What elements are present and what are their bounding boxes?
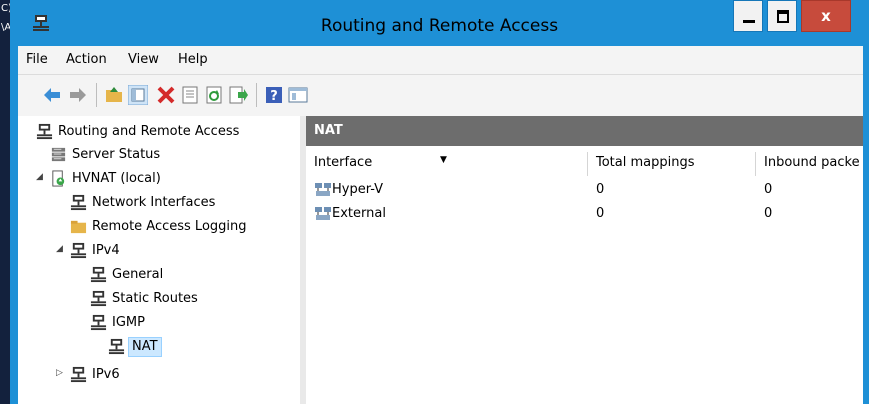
routing-icon (70, 366, 87, 383)
refresh-icon[interactable] (204, 85, 224, 105)
routing-icon (70, 194, 87, 211)
tree-item-label: IGMP (112, 315, 145, 330)
pane-title: NAT (314, 123, 343, 138)
interface-name: Hyper-V (332, 182, 384, 197)
table-row[interactable]: Hyper-V 0 0 (306, 180, 863, 202)
tree-item-label: General (112, 267, 164, 282)
menu-view[interactable]: View (128, 52, 159, 67)
title-bar[interactable]: Routing and Remote Access x (10, 0, 869, 46)
inbound-packets-value: 0 (764, 206, 773, 221)
routing-icon (70, 242, 87, 259)
routing-icon (90, 314, 107, 331)
sort-descending-icon: ▼ (440, 155, 447, 165)
tree-item-label: IPv6 (92, 367, 120, 382)
routing-icon (108, 338, 125, 355)
toolbar-separator (256, 83, 257, 107)
pane-header: NAT (306, 116, 863, 146)
network-interface-icon (315, 207, 331, 220)
menu-file[interactable]: File (26, 52, 48, 67)
export-list-icon[interactable] (228, 85, 248, 105)
folder-icon (70, 220, 87, 234)
svg-text:?: ? (270, 89, 278, 104)
server-status-icon (51, 147, 66, 162)
routing-icon (90, 266, 107, 283)
tree-item-general[interactable]: General (90, 265, 270, 287)
toolbar: ? (18, 74, 863, 117)
close-icon: x (821, 7, 831, 25)
tree-item-label: Static Routes (112, 291, 198, 306)
app-window: Routing and Remote Access x File Action … (10, 0, 869, 404)
minimize-icon (743, 20, 755, 23)
tree-item-server-status[interactable]: Server Status (50, 145, 290, 167)
show-hide-tree-icon[interactable] (128, 85, 148, 105)
tree-item-static-routes[interactable]: Static Routes (90, 289, 270, 311)
collapse-arrow-icon[interactable]: ◢ (36, 172, 43, 182)
tree-item-remote-access-logging[interactable]: Remote Access Logging (70, 217, 300, 239)
menu-action[interactable]: Action (66, 52, 107, 67)
tree-item-ipv4[interactable]: IPv4 (70, 241, 270, 263)
delete-icon[interactable] (156, 85, 176, 105)
column-header-total-mappings[interactable]: Total mappings (588, 152, 756, 176)
menu-bar: File Action View Help (18, 46, 863, 74)
column-header-inbound-packets[interactable]: Inbound packe (756, 152, 863, 176)
minimize-button[interactable] (733, 0, 763, 32)
close-button[interactable]: x (801, 0, 851, 32)
menu-help[interactable]: Help (178, 52, 208, 67)
routing-icon (90, 290, 107, 307)
network-interface-icon (315, 183, 331, 196)
back-arrow-icon[interactable] (42, 85, 62, 105)
tree-item-igmp[interactable]: IGMP (90, 313, 270, 335)
table-row[interactable]: External 0 0 (306, 204, 863, 226)
total-mappings-value: 0 (596, 206, 605, 221)
inbound-packets-value: 0 (764, 182, 773, 197)
tree-item-label: Server Status (72, 147, 161, 162)
tree-item-label: Network Interfaces (92, 195, 216, 210)
details-pane: NAT Interface ▼ Total mappings Inbound p… (306, 116, 863, 404)
collapse-arrow-icon[interactable]: ◢ (56, 244, 63, 254)
interface-name: External (332, 206, 386, 221)
properties-icon[interactable] (180, 85, 200, 105)
tree-item-routing-and-remote-access[interactable]: Routing and Remote Access (36, 122, 296, 144)
content-area: Routing and Remote Access Server Status … (18, 116, 863, 404)
tree-item-network-interfaces[interactable]: Network Interfaces (70, 193, 295, 215)
tree-item-label: Routing and Remote Access (58, 124, 240, 139)
desktop-background: C) \A (0, 0, 12, 404)
column-header-interface[interactable]: Interface ▼ (306, 152, 588, 176)
total-mappings-value: 0 (596, 182, 605, 197)
forward-arrow-icon[interactable] (68, 85, 88, 105)
server-icon (52, 170, 65, 187)
up-folder-icon[interactable] (104, 85, 124, 105)
routing-icon (36, 123, 53, 140)
tree-item-label: HVNAT (local) (72, 171, 161, 186)
toolbar-separator (96, 83, 97, 107)
tree-item-label: Remote Access Logging (92, 219, 247, 234)
expand-arrow-icon[interactable]: ▷ (56, 368, 63, 378)
tree-item-ipv6[interactable]: IPv6 (70, 365, 270, 387)
tree-item-label: NAT (128, 337, 162, 357)
tree-item-label: IPv4 (92, 243, 120, 258)
help-icon[interactable]: ? (264, 85, 284, 105)
tree-item-nat[interactable]: NAT (108, 337, 208, 359)
maximize-button[interactable] (767, 0, 797, 32)
show-console-tree-icon[interactable] (288, 85, 308, 105)
tree-item-hvnat-local[interactable]: HVNAT (local) (50, 169, 290, 191)
console-tree: Routing and Remote Access Server Status … (18, 116, 301, 404)
maximize-icon (777, 10, 789, 23)
